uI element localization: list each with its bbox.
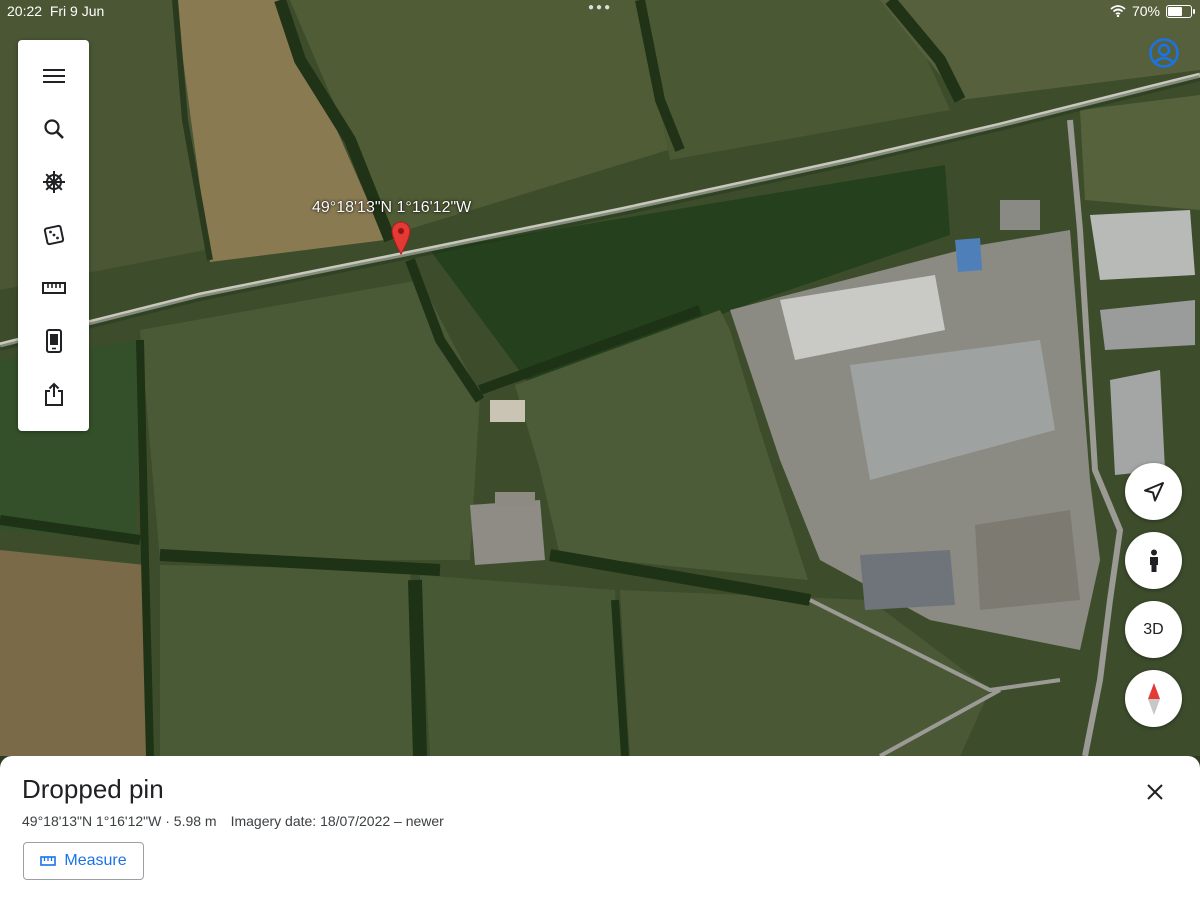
ships-wheel-icon [42, 171, 65, 193]
place-info-sheet: Dropped pin 49°18'13"N 1°16'12"W · 5.98 … [0, 756, 1200, 900]
street-view-button[interactable] [1125, 532, 1182, 589]
share-button[interactable] [18, 371, 89, 417]
imagery-date: Imagery date: 18/07/2022 – newer [230, 813, 444, 829]
share-icon [44, 382, 63, 406]
battery-icon [1166, 4, 1195, 18]
dice-icon [43, 224, 64, 246]
compass-icon [1147, 682, 1160, 715]
projects-button[interactable] [18, 318, 89, 364]
satellite-imagery [0, 0, 1200, 756]
my-location-button[interactable] [1125, 463, 1182, 520]
sheet-meta: 49°18'13"N 1°16'12"W · 5.98 m Imagery dat… [22, 813, 444, 829]
compass-button[interactable] [1125, 670, 1182, 727]
voyager-button[interactable] [18, 159, 89, 205]
hamburger-menu-icon [42, 69, 65, 83]
sheet-title: Dropped pin [22, 774, 164, 804]
satellite-map[interactable] [0, 0, 1200, 756]
pegman-icon [1149, 549, 1158, 572]
account-button[interactable] [1149, 38, 1179, 68]
my-location-icon [1143, 481, 1164, 501]
ruler-icon [40, 856, 57, 866]
menu-button[interactable] [18, 53, 89, 99]
device-icon [45, 329, 62, 353]
status-right: 70% [1110, 3, 1195, 19]
measure-label: Measure [64, 852, 127, 869]
measure-button[interactable]: Measure [23, 842, 144, 880]
side-toolbar [18, 40, 89, 431]
close-button[interactable] [1141, 778, 1169, 806]
measure-tool-button[interactable] [18, 265, 89, 311]
dropped-pin[interactable] [391, 221, 411, 255]
3d-label: 3D [1143, 620, 1164, 638]
status-bar: 20:22 Fri 9 Jun ●●● 70% [0, 0, 1200, 22]
multitask-dots[interactable]: ●●● [588, 2, 612, 13]
battery-percent: 70% [1131, 3, 1160, 19]
3d-toggle-button[interactable]: 3D [1125, 601, 1182, 658]
search-button[interactable] [18, 106, 89, 152]
wifi-icon [1110, 5, 1126, 17]
status-time: 20:22 Fri 9 Jun [7, 3, 105, 19]
account-avatar-icon [1149, 38, 1179, 68]
search-icon [43, 119, 64, 139]
feeling-lucky-button[interactable] [18, 212, 89, 258]
pin-coordinates-elevation: 49°18'13"N 1°16'12"W · 5.98 m [22, 813, 217, 829]
close-icon [1147, 784, 1163, 800]
ruler-icon [41, 282, 66, 294]
pin-coordinates-label: 49°18'13"N 1°16'12"W [312, 199, 472, 216]
map-pin-icon [391, 221, 411, 255]
